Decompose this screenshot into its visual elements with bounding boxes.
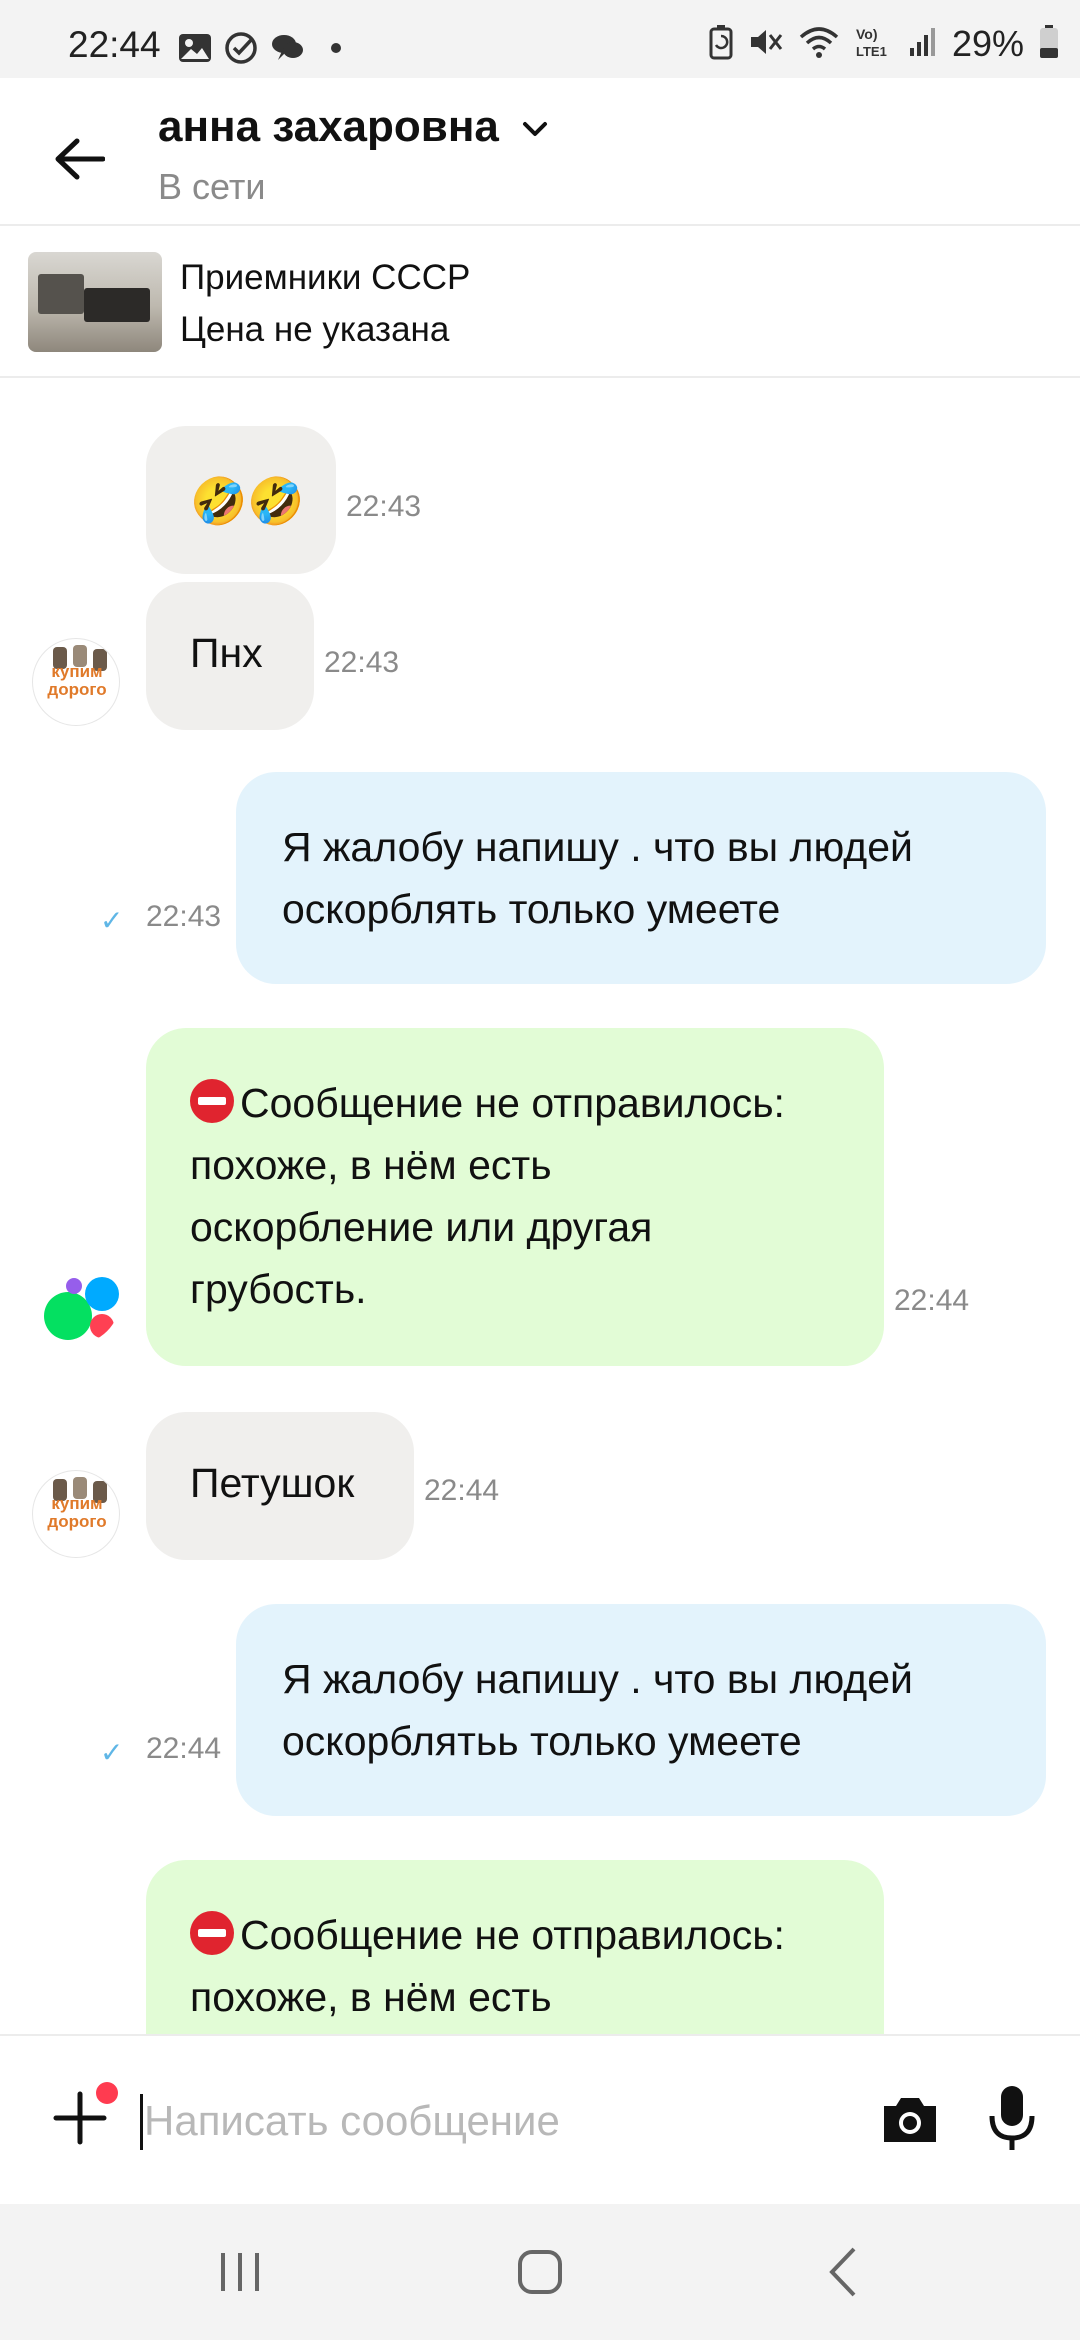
chat-header: анна захаровна В сети bbox=[0, 78, 1080, 226]
no-entry-icon bbox=[190, 1911, 234, 1955]
camera-icon bbox=[884, 2098, 936, 2142]
status-left-icons bbox=[178, 30, 346, 70]
svg-text:Vo): Vo) bbox=[856, 26, 878, 42]
status-bar: 22:44 Vo) LTE1 29% bbox=[0, 0, 1080, 78]
home-icon bbox=[518, 2250, 562, 2294]
camera-button[interactable] bbox=[878, 2088, 942, 2152]
nav-back-button[interactable] bbox=[804, 2240, 884, 2304]
volte-icon: Vo) LTE1 bbox=[854, 24, 894, 65]
message-text-line: Я жалобу напишу . что вы людей bbox=[282, 1656, 913, 1702]
notice-text-line: Сообщение не отправилось: bbox=[240, 1080, 785, 1126]
chat-icon bbox=[270, 32, 304, 69]
notice-text-line: оскорбление или другая bbox=[190, 1204, 653, 1250]
no-entry-icon bbox=[190, 1079, 234, 1123]
home-button[interactable] bbox=[500, 2240, 580, 2304]
mute-icon bbox=[748, 25, 784, 64]
message-list[interactable]: 🤣🤣 22:43 купим дорого Пнх 22:43 ✓ 22:43 Я… bbox=[0, 378, 1080, 2034]
message-bubble-incoming[interactable]: Пнх bbox=[146, 582, 314, 730]
microphone-icon bbox=[989, 2086, 1035, 2150]
message-text-line: оскорблятьь только умеете bbox=[282, 1718, 802, 1764]
message-text: 🤣🤣 bbox=[190, 475, 305, 527]
avatar[interactable]: купим дорого bbox=[32, 638, 120, 726]
listing-thumbnail[interactable] bbox=[28, 252, 162, 352]
listing-title: Приемники СССР bbox=[180, 258, 471, 297]
battery-icon bbox=[1038, 24, 1060, 65]
system-navigation-bar bbox=[0, 2204, 1080, 2340]
avatar[interactable]: купим дорого bbox=[32, 1470, 120, 1558]
arrow-left-icon bbox=[55, 138, 105, 180]
message-text: Пнх bbox=[190, 630, 263, 676]
message-bubble-outgoing[interactable]: Я жалобу напишу . что вы людей оскорблят… bbox=[236, 1604, 1046, 1816]
message-time: 22:44 bbox=[146, 1732, 222, 1765]
recent-apps-icon bbox=[221, 2253, 259, 2291]
message-time: 22:43 bbox=[346, 490, 422, 523]
listing-card[interactable]: Приемники СССР Цена не указана bbox=[0, 226, 1080, 378]
message-bubble-incoming[interactable]: 🤣🤣 bbox=[146, 426, 336, 574]
svg-text:LTE1: LTE1 bbox=[856, 44, 887, 59]
dot-icon bbox=[316, 38, 346, 63]
message-time: 22:44 bbox=[424, 1474, 500, 1507]
battery-percent: 29% bbox=[951, 23, 1024, 64]
message-bubble-outgoing[interactable]: Я жалобу напишу . что вы людей оскорблят… bbox=[236, 772, 1046, 984]
message-composer bbox=[0, 2034, 1080, 2204]
back-button[interactable] bbox=[44, 124, 114, 194]
notice-text-line: грубость. bbox=[190, 1266, 367, 1312]
avito-logo-icon bbox=[44, 1277, 119, 1340]
text-cursor bbox=[140, 2094, 143, 2150]
gallery-icon bbox=[178, 33, 212, 68]
signal-icon bbox=[908, 26, 938, 63]
message-bubble-incoming[interactable]: Петушок bbox=[146, 1412, 414, 1560]
message-input[interactable] bbox=[144, 2086, 844, 2156]
battery-saver-icon bbox=[708, 24, 734, 65]
voice-message-button[interactable] bbox=[984, 2082, 1040, 2154]
notice-text-line: похоже, в нём есть bbox=[190, 1974, 552, 2020]
status-time: 22:44 bbox=[68, 24, 161, 65]
listing-price: Цена не указана bbox=[180, 310, 450, 349]
system-notice-bubble: Сообщение не отправилось: похоже, в нём … bbox=[146, 1860, 884, 2034]
message-time: 22:44 bbox=[894, 1284, 970, 1317]
message-text-line: оскорблять только умеете bbox=[282, 886, 781, 932]
wifi-icon bbox=[798, 25, 840, 64]
message-text-line: Я жалобу напишу . что вы людей bbox=[282, 824, 913, 870]
system-notice-bubble: Сообщение не отправилось: похоже, в нём … bbox=[146, 1028, 884, 1366]
contact-online-status: В сети bbox=[158, 166, 266, 207]
message-text: Петушок bbox=[190, 1460, 355, 1506]
chevron-down-icon[interactable] bbox=[520, 118, 550, 145]
recent-apps-button[interactable] bbox=[200, 2240, 280, 2304]
read-check-icon: ✓ bbox=[100, 905, 124, 936]
notice-text-line: Сообщение не отправилось: bbox=[240, 1912, 785, 1958]
message-time: 22:43 bbox=[146, 900, 222, 933]
check-circle-icon bbox=[224, 31, 258, 70]
chevron-left-icon bbox=[829, 2247, 856, 2297]
notification-dot bbox=[96, 2082, 118, 2104]
contact-name[interactable]: анна захаровна bbox=[158, 102, 499, 152]
read-check-icon: ✓ bbox=[100, 1737, 124, 1768]
status-right-icons: Vo) LTE1 29% bbox=[708, 23, 1060, 65]
message-time: 22:43 bbox=[324, 646, 400, 679]
system-avatar bbox=[32, 1256, 120, 1344]
notice-text-line: похоже, в нём есть bbox=[190, 1142, 552, 1188]
